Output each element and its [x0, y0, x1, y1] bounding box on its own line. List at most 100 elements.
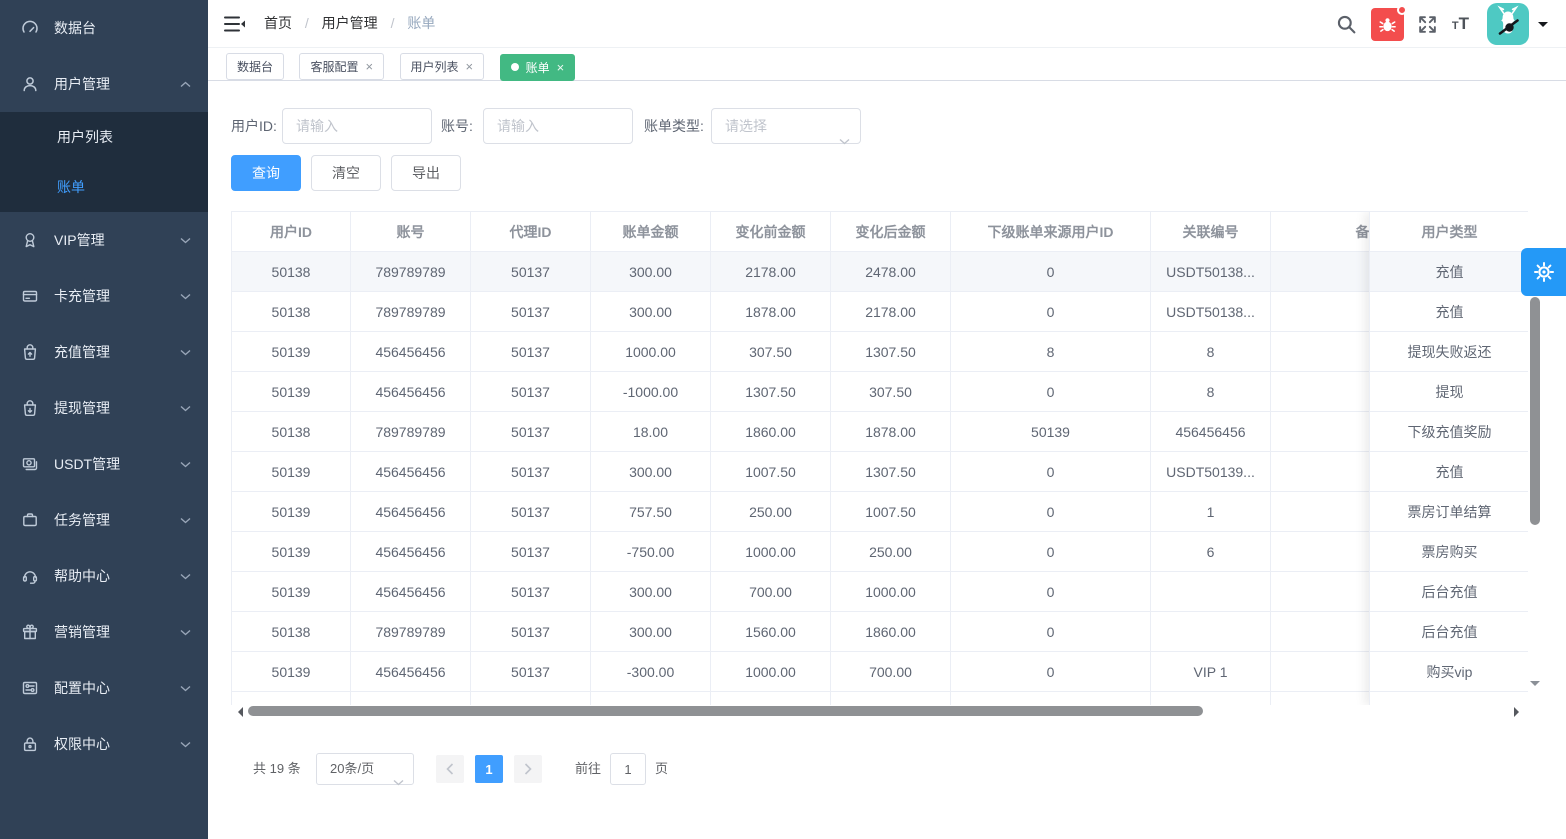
column-header[interactable]: 下级账单来源用户ID: [951, 212, 1151, 252]
column-header[interactable]: 代理ID: [471, 212, 591, 252]
settings-gear-button[interactable]: [1521, 248, 1566, 296]
table-cell: 300.00: [591, 452, 711, 492]
table-cell: 8: [1151, 332, 1271, 372]
sidebar-item-usdt-management[interactable]: USDT管理: [0, 436, 208, 492]
table-row[interactable]: 50139456456456501371000.00307.501307.508…: [232, 332, 1469, 372]
user-id-input[interactable]: [282, 108, 432, 144]
card-icon: [21, 287, 41, 305]
table-row[interactable]: 5013945645645650137300.001007.501307.500…: [232, 452, 1469, 492]
column-header[interactable]: 变化后金额: [831, 212, 951, 252]
prev-page-button[interactable]: [436, 755, 464, 783]
scroll-right-arrow-icon[interactable]: [1514, 707, 1524, 717]
sidebar-item-user-list[interactable]: 用户列表: [0, 112, 208, 162]
sidebar-fold-icon[interactable]: [224, 14, 246, 34]
page-number-1[interactable]: 1: [475, 755, 503, 783]
table-row[interactable]: 5013945645645650137300.00700.001000.000: [232, 572, 1469, 612]
tab-label: 数据台: [237, 58, 273, 75]
breadcrumb-item-bills: 账单: [407, 15, 435, 31]
table-row[interactable]: 5013945645645650137757.50250.001007.5001: [232, 492, 1469, 532]
avatar[interactable]: [1487, 3, 1529, 45]
table-row[interactable]: 5013945645645650137-750.001000.00250.000…: [232, 532, 1469, 572]
chevron-down-icon: [393, 767, 404, 797]
close-icon[interactable]: ×: [466, 60, 474, 73]
table-cell: 2478.00: [831, 252, 951, 292]
column-header[interactable]: 用户ID: [232, 212, 351, 252]
topbar-actions: TT: [1336, 0, 1548, 48]
fixed-cell-user-type: 后台充值: [1370, 572, 1528, 612]
bug-report-button[interactable]: [1371, 8, 1404, 41]
breadcrumb-item-home[interactable]: 首页: [264, 15, 292, 31]
fixed-column-header[interactable]: 用户类型: [1370, 212, 1528, 252]
table-cell: 789789789: [351, 252, 471, 292]
sidebar-item-marketing-management[interactable]: 营销管理: [0, 604, 208, 660]
tab-bills[interactable]: 账单 ×: [500, 54, 576, 81]
sidebar-item-config-center[interactable]: 配置中心: [0, 660, 208, 716]
close-icon[interactable]: ×: [365, 60, 373, 73]
goto-page-input[interactable]: [610, 753, 646, 785]
search-icon[interactable]: [1336, 14, 1357, 35]
table-row[interactable]: 5013878978978950137300.002178.002478.000…: [232, 252, 1469, 292]
fixed-cell-user-type: 下级充值奖励: [1370, 412, 1528, 452]
tab-dashboard[interactable]: 数据台: [226, 53, 284, 80]
chevron-down-icon: [180, 741, 192, 748]
table-cell: 0: [951, 572, 1151, 612]
sidebar-item-task-management[interactable]: 任务管理: [0, 492, 208, 548]
column-header[interactable]: 账号: [351, 212, 471, 252]
export-button[interactable]: 导出: [391, 155, 461, 191]
table-cell: 456456456: [351, 332, 471, 372]
table-row[interactable]: 5013878978978950137300.001560.001860.000: [232, 612, 1469, 652]
table-cell: 1: [1151, 492, 1271, 532]
table-cell: 1878.00: [831, 412, 951, 452]
fullscreen-icon[interactable]: [1417, 14, 1438, 35]
table-row[interactable]: [232, 692, 1469, 705]
table-cell: 300.00: [591, 252, 711, 292]
clear-button[interactable]: 清空: [311, 155, 381, 191]
chevron-down-icon: [180, 405, 192, 412]
vertical-scrollbar-thumb[interactable]: [1530, 297, 1540, 525]
tab-customer-service-config[interactable]: 客服配置 ×: [299, 53, 384, 80]
column-header[interactable]: 关联编号: [1151, 212, 1271, 252]
sidebar-item-permission-center[interactable]: 权限中心: [0, 716, 208, 772]
tab-user-list[interactable]: 用户列表 ×: [400, 53, 485, 80]
sidebar-item-help-center[interactable]: 帮助中心: [0, 548, 208, 604]
sidebar-item-bills[interactable]: 账单: [0, 162, 208, 212]
table-cell: 2178.00: [831, 292, 951, 332]
horizontal-scrollbar-thumb[interactable]: [248, 706, 1203, 716]
chevron-down-icon: [839, 123, 850, 157]
account-label: 账号:: [441, 108, 473, 144]
page-size-select[interactable]: 20条/页: [316, 753, 414, 785]
table-cell: [951, 692, 1151, 705]
table-row[interactable]: 5013945645645650137-1000.001307.50307.50…: [232, 372, 1469, 412]
table-row[interactable]: 501387897897895013718.001860.001878.0050…: [232, 412, 1469, 452]
bill-type-select[interactable]: 请选择: [711, 108, 861, 144]
avatar-dropdown-caret[interactable]: [1538, 22, 1548, 32]
column-header[interactable]: 变化前金额: [711, 212, 831, 252]
column-header[interactable]: 账单金额: [591, 212, 711, 252]
sidebar-item-label: 数据台: [54, 18, 192, 38]
table-cell: 456456456: [351, 452, 471, 492]
table-row[interactable]: 5013878978978950137300.001878.002178.000…: [232, 292, 1469, 332]
scroll-down-arrow-icon[interactable]: [1530, 681, 1540, 691]
chevron-down-icon: [180, 573, 192, 580]
account-input[interactable]: [483, 108, 633, 144]
sidebar-item-label: 充值管理: [54, 342, 180, 362]
scroll-left-arrow-icon[interactable]: [233, 707, 243, 717]
breadcrumb: 首页 / 用户管理 / 账单: [264, 0, 435, 47]
sidebar-item-card-recharge[interactable]: 卡充管理: [0, 268, 208, 324]
font-size-icon[interactable]: TT: [1452, 14, 1469, 34]
sidebar-item-dashboard[interactable]: 数据台: [0, 0, 208, 56]
table-cell: 456456456: [351, 572, 471, 612]
sidebar-item-vip-management[interactable]: VIP管理: [0, 212, 208, 268]
sidebar-item-withdraw-management[interactable]: 提现管理: [0, 380, 208, 436]
table-cell: 50139: [232, 372, 351, 412]
sidebar-item-user-management[interactable]: 用户管理: [0, 56, 208, 112]
table-row[interactable]: 5013945645645650137-300.001000.00700.000…: [232, 652, 1469, 692]
table-cell: -300.00: [591, 652, 711, 692]
sidebar-item-recharge-management[interactable]: 充值管理: [0, 324, 208, 380]
breadcrumb-item-user-management[interactable]: 用户管理: [322, 15, 378, 31]
table-cell: USDT50138...: [1151, 292, 1271, 332]
table-cell: 1307.50: [831, 452, 951, 492]
search-button[interactable]: 查询: [231, 155, 301, 191]
close-icon[interactable]: ×: [557, 61, 565, 74]
next-page-button[interactable]: [514, 755, 542, 783]
